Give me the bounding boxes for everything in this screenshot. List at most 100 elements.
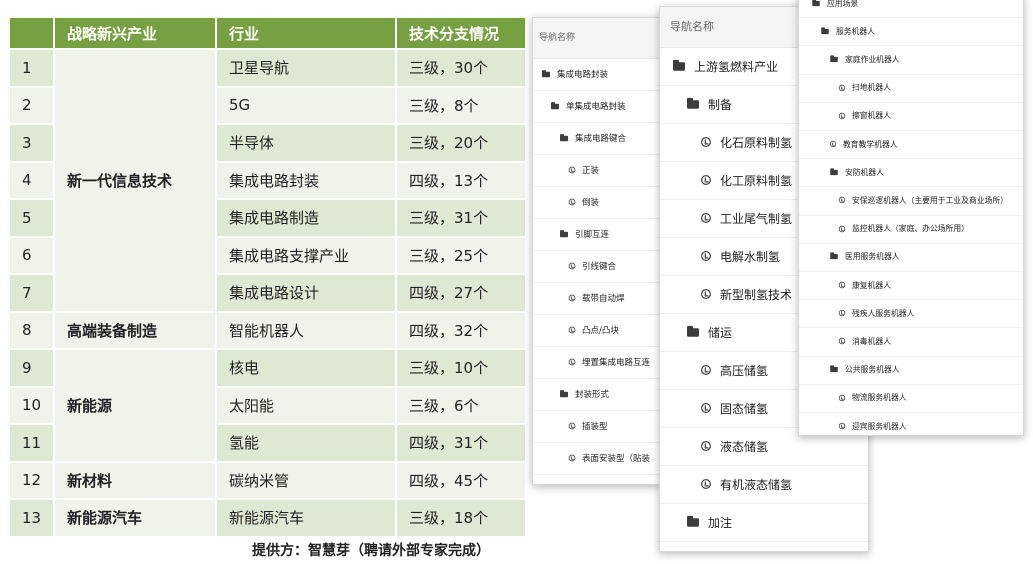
tree-leaf-item[interactable]: 有机液态储氢 — [660, 465, 868, 504]
folder-icon — [812, 0, 820, 6]
tree-item-label: 物流服务机器人 — [852, 393, 907, 403]
branches-cell: 三级，18个 — [396, 498, 527, 536]
folder-icon — [830, 252, 838, 260]
tree-leaf-item[interactable]: 封装结构（封装类型 — [533, 474, 661, 484]
folder-icon — [687, 97, 699, 109]
history-icon — [568, 262, 576, 270]
tree-folder-item[interactable]: 加注 — [660, 503, 868, 542]
tree-item-label: 新型制氢技术 — [720, 287, 793, 302]
tree-leaf-item[interactable]: 表面安装型（贴装 — [533, 442, 661, 475]
row-number: 4 — [10, 160, 55, 199]
industry-cell: 核电 — [216, 348, 397, 387]
tree-leaf-item[interactable]: 擦窗机器人 — [799, 102, 1023, 131]
tree-item-label: 上游氢燃料产业 — [694, 59, 779, 74]
header-no — [10, 18, 55, 49]
history-icon — [568, 422, 576, 430]
tree-item-label: 倒装 — [582, 198, 600, 208]
tree-leaf-item[interactable]: 物流服务机器人 — [799, 384, 1023, 413]
history-icon — [829, 140, 837, 148]
row-number: 7 — [10, 273, 55, 312]
industry-cell: 5G — [216, 85, 397, 124]
tree-item-label: 凸点/凸块 — [582, 326, 619, 336]
folder-icon — [560, 389, 568, 397]
table-row: 1 新一代信息技术 卫星导航 三级，30个 — [10, 48, 527, 312]
branches-cell: 三级，8个 — [396, 85, 527, 124]
row-number: 6 — [10, 235, 55, 274]
tree-leaf-item[interactable]: 凸点/凸块 — [533, 314, 661, 347]
row-number: 12 — [10, 460, 55, 499]
row-number: 13 — [10, 498, 55, 536]
industry-cell: 集成电路制造 — [216, 198, 397, 237]
tree-leaf-item[interactable]: 消毒机器人 — [799, 327, 1023, 357]
tree-item-label: 埋置集成电路互连 — [582, 358, 651, 368]
category-cell: 高端装备制造 — [54, 310, 217, 349]
history-icon — [838, 422, 846, 430]
tree-leaf-item[interactable]: 教育教学机器人 — [799, 130, 1023, 160]
tree-folder-item[interactable]: 单集成电路封装 — [533, 90, 661, 123]
tree-leaf-item[interactable]: 监控机器人（家庭、办公场所用） — [799, 215, 1023, 244]
folder-icon — [673, 59, 685, 71]
history-icon — [568, 454, 576, 462]
industry-cell: 智能机器人 — [216, 310, 397, 349]
history-icon — [838, 338, 846, 345]
category-cell: 新能源汽车 — [54, 498, 217, 536]
branches-cell: 三级，20个 — [396, 123, 527, 162]
tree-leaf-item[interactable]: 倒装 — [533, 186, 661, 219]
tree-item-label: 高压储氢 — [720, 363, 769, 378]
tree-item-label: 教育教学机器人 — [843, 139, 898, 149]
row-number: 11 — [10, 423, 55, 462]
history-icon — [568, 358, 576, 366]
tree-leaf-item[interactable]: 插装型 — [533, 410, 661, 443]
tree-item-label: 集成电路封装 — [557, 70, 609, 80]
tree-item-label: 固态储氢 — [720, 401, 769, 416]
tree-folder-item[interactable]: 公共服务机器人 — [799, 356, 1023, 385]
tree-folder-item[interactable]: 应用场景 — [799, 0, 1023, 19]
row-number: 8 — [10, 310, 55, 349]
nav-panel-header: 导航名称 — [533, 18, 661, 59]
tree-leaf-item[interactable]: 正装 — [533, 154, 661, 187]
branches-cell: 四级，45个 — [396, 460, 527, 499]
folder-icon — [687, 325, 699, 337]
tree-item-label: 应用场景 — [827, 0, 859, 8]
category-cell: 新一代信息技术 — [54, 48, 217, 312]
tree-item-label: 迎宾服务机器人 — [852, 421, 907, 431]
history-icon — [568, 198, 576, 206]
history-icon — [701, 251, 711, 261]
tree-item-label: 工业尾气制氢 — [720, 211, 793, 226]
tree-item-label: 残疾人服务机器人 — [852, 308, 915, 318]
tree-folder-item[interactable]: 集成电路键合 — [533, 122, 661, 155]
industry-cell: 新能源汽车 — [216, 498, 397, 536]
tree-leaf-item[interactable]: 扫地机器人 — [799, 74, 1023, 103]
folder-icon — [821, 27, 829, 34]
tree-item-label: 单集成电路封装 — [566, 102, 626, 112]
tree-folder-item[interactable]: 安防机器人 — [799, 158, 1023, 188]
table-row: 8 高端装备制造 智能机器人 四级，32个 — [10, 310, 527, 349]
footnote: 提供方：智慧芽（聘请外部专家完成） — [252, 543, 490, 559]
tree-leaf-item[interactable]: 迎宾服务机器人 — [799, 412, 1023, 435]
tree-leaf-item[interactable]: 引线键合 — [533, 250, 661, 283]
tree-leaf-item[interactable]: 安保巡逻机器人（主要用于工业及商业场所） — [799, 186, 1023, 216]
row-number: 3 — [10, 123, 55, 162]
tree-leaf-item[interactable]: 残疾人服务机器人 — [799, 299, 1023, 329]
tree-folder-item[interactable]: 封装形式 — [533, 378, 661, 411]
tree-leaf-item[interactable]: 埋置集成电路互连 — [533, 346, 661, 379]
tree-leaf-item[interactable]: 康复机器人 — [799, 271, 1023, 301]
history-icon — [701, 365, 711, 375]
history-icon — [568, 166, 576, 174]
folder-icon — [830, 365, 838, 373]
tree-item-label: 擦窗机器人 — [852, 111, 891, 121]
tree-folder-item[interactable]: 服务机器人 — [799, 17, 1023, 47]
header-branches: 技术分支情况 — [396, 18, 527, 49]
tree-item-label: 插装型 — [582, 422, 608, 432]
tree-item-label: 加注 — [708, 515, 733, 530]
table-row: 13 新能源汽车 新能源汽车 三级，18个 — [10, 498, 527, 536]
tree-folder-item[interactable]: 集成电路封装 — [533, 58, 661, 91]
tree-leaf-item[interactable]: 载带自动焊 — [533, 282, 661, 315]
branches-cell: 三级，10个 — [396, 348, 527, 387]
history-icon — [701, 441, 711, 451]
tree-folder-item[interactable]: 医用服务机器人 — [799, 243, 1023, 272]
tree-folder-item[interactable]: 引脚互连 — [533, 218, 661, 251]
tree-folder-item[interactable]: 家庭作业机器人 — [799, 45, 1023, 75]
branches-cell: 四级，32个 — [396, 310, 527, 349]
folder-icon — [687, 515, 699, 527]
